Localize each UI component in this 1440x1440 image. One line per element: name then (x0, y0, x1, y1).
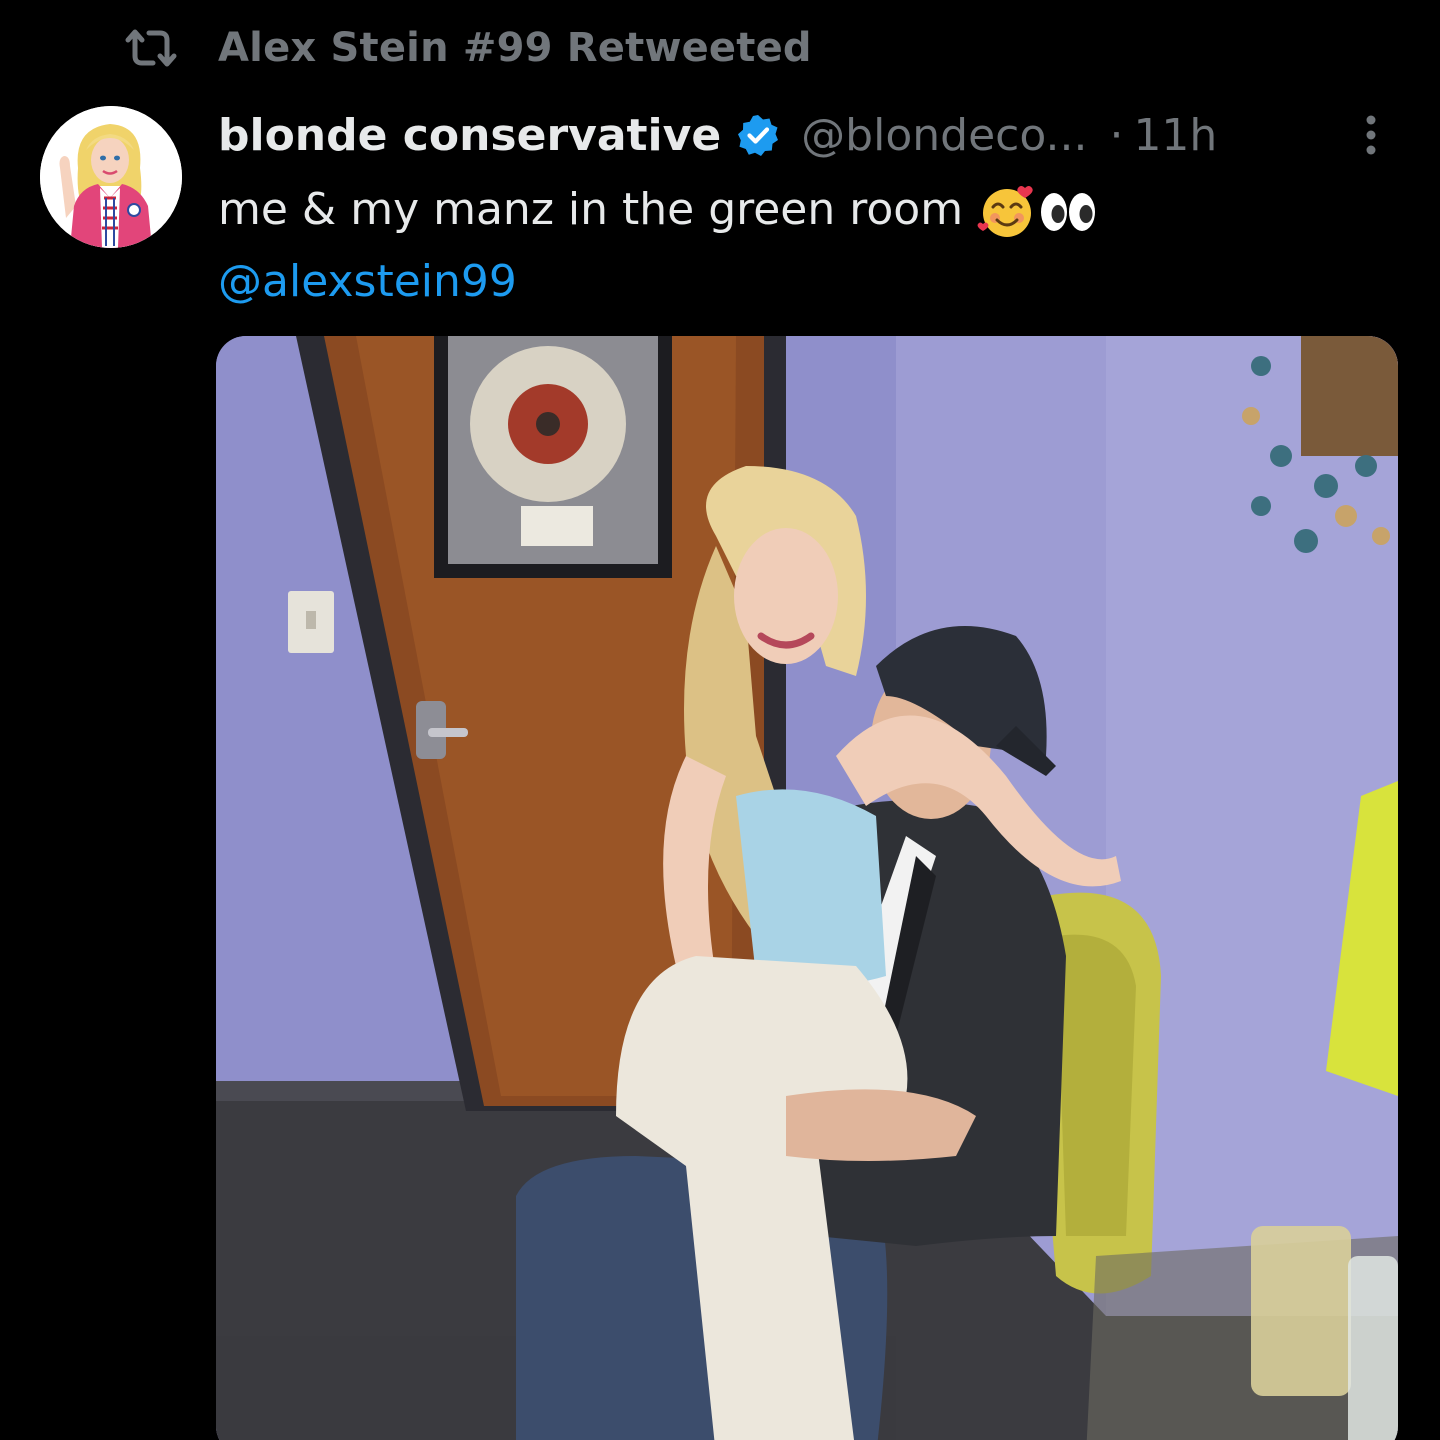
author-handle[interactable]: @blondeco... (801, 110, 1087, 161)
smiling-face-with-hearts-emoji-icon (977, 184, 1037, 240)
retweet-icon (122, 26, 180, 70)
avatar[interactable] (40, 106, 182, 248)
retweet-label: Alex Stein #99 Retweeted (218, 25, 812, 71)
eyes-emoji-icon (1037, 184, 1099, 240)
tweet-text-body: me & my manz in the green room (218, 184, 964, 235)
retweet-context[interactable]: Alex Stein #99 Retweeted (122, 22, 812, 74)
mention-link[interactable]: @alexstein99 (218, 256, 517, 307)
attached-photo[interactable] (216, 336, 1398, 1440)
more-options-icon[interactable] (1356, 112, 1386, 158)
tweet-header: blonde conservative @blondeco... · 11h (218, 104, 1217, 166)
verified-badge-icon[interactable] (735, 112, 781, 158)
tweet[interactable]: Alex Stein #99 Retweeted blonde conserva (0, 0, 1440, 1440)
post-time[interactable]: 11h (1133, 110, 1217, 161)
photo-illustration (216, 336, 1398, 1440)
separator-dot: · (1109, 109, 1124, 161)
author-display-name[interactable]: blonde conservative (218, 110, 721, 161)
tweet-text: me & my manz in the green room @alexstei (218, 174, 1398, 318)
